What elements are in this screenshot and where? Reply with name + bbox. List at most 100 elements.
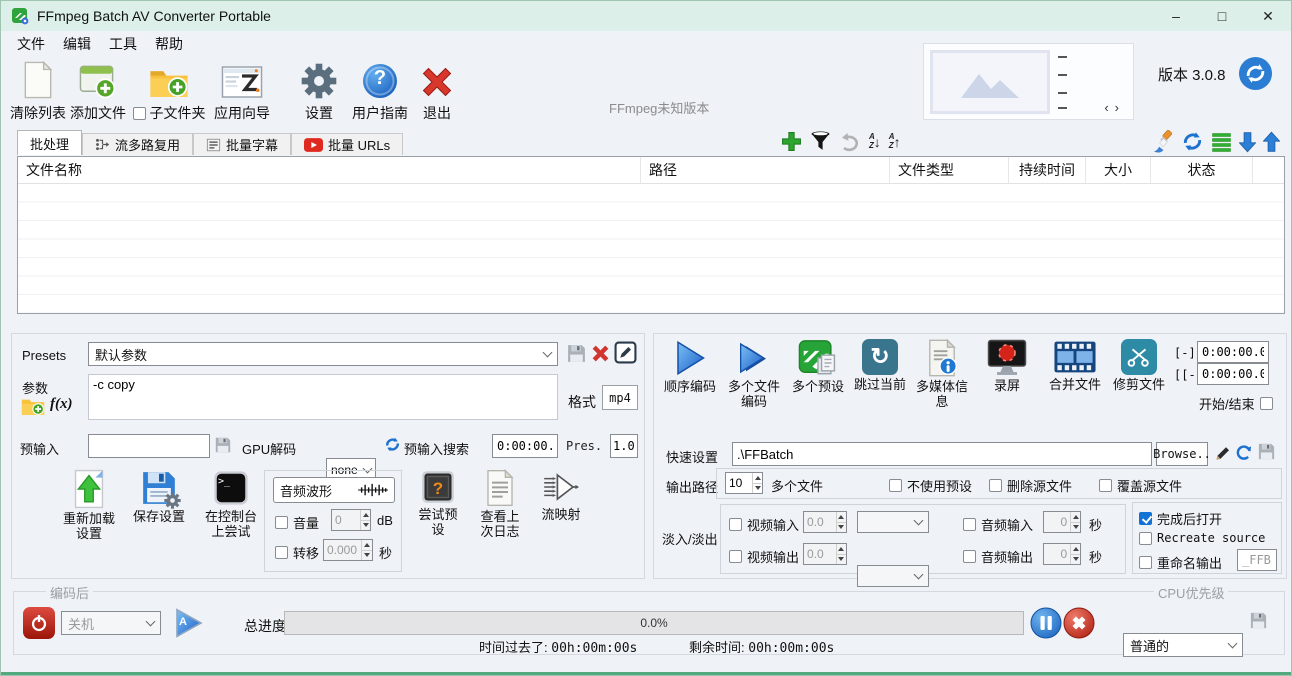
file-count-spinner[interactable] [725,472,763,494]
browse-button[interactable]: Browse.. [1156,442,1208,466]
trim-start-field[interactable] [1197,341,1269,363]
save-path-icon[interactable] [1257,442,1276,461]
preset-delete-icon[interactable] [590,343,611,364]
open-when-done-checkbox[interactable] [1139,512,1152,525]
col-path[interactable]: 路径 [641,157,890,183]
subfolders-toggle[interactable]: 子文件夹 [129,57,209,125]
clear-list-button[interactable]: 清除列表 [9,57,67,125]
media-info-button[interactable]: 多媒体信息 [910,339,974,410]
undo-icon[interactable] [839,132,861,152]
output-folder-field[interactable] [732,442,1152,466]
menu-edit[interactable]: 编辑 [63,34,91,54]
screen-record-button[interactable]: 录屏 [974,339,1040,410]
presets-combo[interactable]: 默认参数 [88,342,558,366]
video-out-type-combo[interactable] [857,565,929,587]
table-body[interactable] [18,184,1284,313]
params-textarea[interactable]: -c copy [88,374,558,420]
video-in-spinner[interactable] [803,511,847,533]
skip-current-button[interactable]: ↻ 跳过当前 [850,339,910,410]
pause-button[interactable] [1030,607,1062,639]
col-duration[interactable]: 持续时间 [1009,157,1086,183]
menu-file[interactable]: 文件 [17,34,45,54]
settings-button[interactable]: 设置 [291,57,347,125]
edit-path-icon[interactable] [1213,442,1233,464]
user-guide-button[interactable]: ? 用户指南 [347,57,413,125]
tab-batch[interactable]: 批处理 [17,130,82,155]
sort-az-desc-icon[interactable]: AZ ↓ [869,133,881,150]
overwrite-source-checkbox[interactable] [1099,479,1112,492]
col-size[interactable]: 大小 [1086,157,1151,183]
recreate-source-checkbox[interactable] [1139,532,1152,545]
preinput-field[interactable] [88,434,210,458]
preinput-time-field[interactable] [492,434,558,458]
rename-suffix-field[interactable] [1237,549,1277,571]
tab-urls[interactable]: 批量 URLs [291,133,403,155]
volume-spinner[interactable] [331,509,371,531]
shift-checkbox[interactable] [275,546,288,559]
stream-map-button[interactable]: 流映射 [536,469,586,540]
sequential-encode-button[interactable]: 顺序编码 [658,339,722,410]
move-up-icon[interactable] [1263,131,1280,153]
auto-start-icon[interactable]: A [173,607,205,644]
preset-version-field[interactable] [610,434,638,458]
audio-out-checkbox[interactable] [963,550,976,563]
audio-in-checkbox[interactable] [963,518,976,531]
try-console-button[interactable]: >_ 在控制台上尝试 [198,469,264,542]
move-down-icon[interactable] [1239,131,1256,153]
maximize-icon[interactable]: □ [1199,1,1245,31]
add-files-button[interactable]: 添加文件 [67,57,129,125]
trim-end-field[interactable] [1197,363,1269,385]
filter-icon[interactable] [810,131,831,152]
preinput-search-refresh-icon[interactable] [384,436,401,453]
col-status[interactable]: 状态 [1151,157,1253,183]
no-preset-checkbox[interactable] [889,479,902,492]
menu-tools[interactable]: 工具 [109,34,137,54]
video-in-checkbox[interactable] [729,518,742,531]
col-filetype[interactable]: 文件类型 [890,157,1009,183]
cpu-save-icon[interactable] [1249,611,1268,630]
app-wizard-button[interactable]: 应用向导 [209,57,275,125]
after-encode-combo[interactable]: 关机 [61,611,161,635]
menu-help[interactable]: 帮助 [155,34,183,54]
preset-edit-icon[interactable] [614,341,637,364]
tab-mux[interactable]: 流多路复用 [82,133,193,155]
brush-icon[interactable] [1151,130,1174,153]
audio-waveform-button[interactable]: 音频波形 [273,477,395,503]
refresh-list-icon[interactable] [1181,130,1204,153]
sort-az-asc-icon[interactable]: AZ ↑ [889,133,901,150]
close-icon[interactable]: ✕ [1245,1,1291,31]
video-out-checkbox[interactable] [729,550,742,563]
reset-path-icon[interactable] [1235,443,1253,461]
multi-file-encode-button[interactable]: 多个文件编码 [722,339,786,410]
trim-files-button[interactable]: 修剪文件 [1110,339,1168,410]
shutdown-power-button[interactable] [23,607,55,639]
add-plus-icon[interactable] [781,131,802,152]
col-filename[interactable]: 文件名称 [18,157,641,183]
audio-out-spinner[interactable] [1043,543,1081,565]
reload-settings-button[interactable]: 重新加载设置 [58,469,120,542]
save-settings-button[interactable]: 保存设置 [130,469,188,542]
params-folder-add-icon[interactable] [21,396,45,416]
join-files-button[interactable]: 合并文件 [1040,339,1110,410]
minimize-icon[interactable]: – [1153,1,1199,31]
start-end-checkbox[interactable] [1260,397,1273,410]
video-out-spinner[interactable] [803,543,847,565]
shift-spinner[interactable] [323,539,373,561]
preset-save-icon[interactable] [566,343,587,364]
fx-icon[interactable]: f(x) [50,396,73,413]
video-in-type-combo[interactable] [857,511,929,533]
rename-output-checkbox[interactable] [1139,556,1152,569]
multi-preset-button[interactable]: 多个预设 [786,339,850,410]
preinput-save-icon[interactable] [214,436,232,454]
list-lines-icon[interactable] [1211,132,1232,152]
tab-subtitles[interactable]: 批量字幕 [193,133,291,155]
preview-prev-icon[interactable]: ‹ [1104,100,1114,115]
subfolders-checkbox[interactable] [133,107,146,120]
format-value[interactable]: mp4 [602,385,638,410]
volume-checkbox[interactable] [275,516,288,529]
view-log-button[interactable]: 查看上次日志 [472,469,528,540]
audio-in-spinner[interactable] [1043,511,1081,533]
stop-button[interactable] [1063,607,1095,639]
preview-next-icon[interactable]: › [1115,100,1125,115]
cpu-priority-combo[interactable]: 普通的 [1123,633,1243,657]
